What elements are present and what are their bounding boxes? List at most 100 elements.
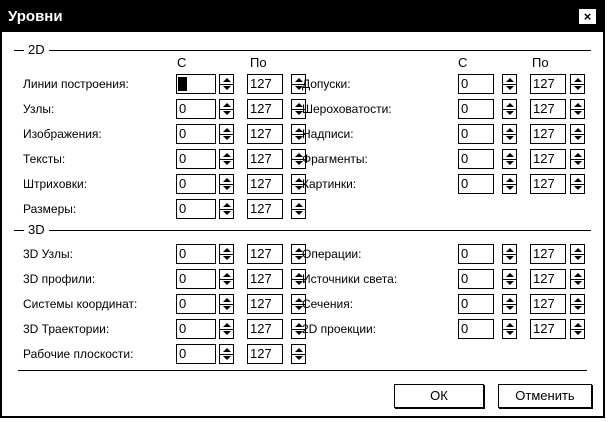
spin-down-icon[interactable] (223, 256, 231, 260)
level-from-input[interactable]: 0 (458, 174, 494, 194)
level-to-spinner[interactable] (291, 199, 306, 219)
spin-up-icon[interactable] (223, 273, 231, 277)
spin-up-icon[interactable] (506, 323, 514, 327)
level-from-input[interactable]: 0 (176, 319, 216, 339)
level-to-input[interactable]: 127 (530, 269, 566, 289)
level-to-spinner[interactable] (291, 344, 306, 364)
level-from-spinner[interactable] (219, 149, 234, 169)
level-to-input[interactable]: 127 (530, 294, 566, 314)
level-to-spinner[interactable] (570, 174, 585, 194)
spin-down-icon[interactable] (506, 256, 514, 260)
spin-up-icon[interactable] (223, 128, 231, 132)
level-to-input[interactable]: 127 (530, 74, 566, 94)
level-from-spinner[interactable] (219, 74, 234, 94)
level-to-input[interactable]: 127 (247, 174, 283, 194)
spin-down-icon[interactable] (223, 306, 231, 310)
level-from-input[interactable]: 0 (176, 174, 216, 194)
spin-down-icon[interactable] (295, 211, 303, 215)
level-from-spinner[interactable] (502, 294, 517, 314)
spin-down-icon[interactable] (223, 161, 231, 165)
spin-up-icon[interactable] (574, 153, 582, 157)
level-to-input[interactable]: 127 (247, 269, 283, 289)
spin-up-icon[interactable] (506, 153, 514, 157)
level-from-input[interactable]: 0 (458, 294, 494, 314)
level-from-input[interactable]: 0 (458, 124, 494, 144)
spin-down-icon[interactable] (506, 136, 514, 140)
spin-up-icon[interactable] (223, 298, 231, 302)
level-to-input[interactable]: 127 (530, 244, 566, 264)
level-to-input[interactable]: 127 (247, 149, 283, 169)
level-from-input[interactable]: 0 (176, 124, 216, 144)
spin-up-icon[interactable] (574, 103, 582, 107)
level-from-input[interactable]: 0 (176, 244, 216, 264)
level-from-spinner[interactable] (502, 149, 517, 169)
spin-down-icon[interactable] (223, 136, 231, 140)
spin-up-icon[interactable] (223, 153, 231, 157)
level-from-spinner[interactable] (219, 294, 234, 314)
spin-down-icon[interactable] (223, 281, 231, 285)
spin-down-icon[interactable] (223, 186, 231, 190)
spin-up-icon[interactable] (574, 248, 582, 252)
level-from-spinner[interactable] (219, 344, 234, 364)
level-from-spinner[interactable] (502, 99, 517, 119)
spin-down-icon[interactable] (574, 256, 582, 260)
spin-up-icon[interactable] (506, 178, 514, 182)
level-from-input[interactable]: 0 (458, 319, 494, 339)
spin-down-icon[interactable] (506, 331, 514, 335)
level-to-input[interactable]: 127 (247, 199, 283, 219)
spin-down-icon[interactable] (574, 306, 582, 310)
cancel-button[interactable]: Отменить (498, 384, 592, 408)
spin-down-icon[interactable] (506, 281, 514, 285)
level-from-spinner[interactable] (502, 269, 517, 289)
level-from-spinner[interactable] (502, 319, 517, 339)
spin-down-icon[interactable] (574, 186, 582, 190)
spin-up-icon[interactable] (506, 248, 514, 252)
spin-down-icon[interactable] (506, 161, 514, 165)
spin-up-icon[interactable] (223, 248, 231, 252)
spin-up-icon[interactable] (223, 103, 231, 107)
spin-up-icon[interactable] (574, 298, 582, 302)
spin-down-icon[interactable] (506, 86, 514, 90)
level-to-spinner[interactable] (570, 294, 585, 314)
spin-up-icon[interactable] (223, 178, 231, 182)
spin-up-icon[interactable] (223, 203, 231, 207)
level-to-input[interactable]: 127 (247, 244, 283, 264)
level-to-spinner[interactable] (570, 74, 585, 94)
spin-down-icon[interactable] (574, 331, 582, 335)
spin-down-icon[interactable] (223, 111, 231, 115)
spin-up-icon[interactable] (574, 78, 582, 82)
level-from-input[interactable]: 0 (458, 74, 494, 94)
spin-down-icon[interactable] (223, 86, 231, 90)
spin-down-icon[interactable] (223, 211, 231, 215)
level-to-spinner[interactable] (570, 269, 585, 289)
spin-down-icon[interactable] (506, 306, 514, 310)
level-from-spinner[interactable] (219, 244, 234, 264)
spin-down-icon[interactable] (574, 281, 582, 285)
level-to-spinner[interactable] (570, 244, 585, 264)
spin-up-icon[interactable] (506, 298, 514, 302)
level-from-spinner[interactable] (502, 244, 517, 264)
level-from-input[interactable]: 0 (458, 269, 494, 289)
level-from-input[interactable]: 0 (176, 199, 216, 219)
level-from-spinner[interactable] (219, 174, 234, 194)
spin-down-icon[interactable] (223, 331, 231, 335)
level-from-input[interactable]: 0 (458, 149, 494, 169)
spin-up-icon[interactable] (223, 78, 231, 82)
level-from-spinner[interactable] (502, 124, 517, 144)
level-to-input[interactable]: 127 (247, 124, 283, 144)
spin-up-icon[interactable] (506, 78, 514, 82)
level-from-spinner[interactable] (219, 124, 234, 144)
level-to-input[interactable]: 127 (530, 174, 566, 194)
level-from-spinner[interactable] (502, 174, 517, 194)
level-from-input[interactable]: 0 (458, 99, 494, 119)
close-button[interactable]: × (578, 8, 597, 25)
level-from-spinner[interactable] (502, 74, 517, 94)
level-to-input[interactable]: 127 (247, 319, 283, 339)
level-from-input[interactable]: 0 (176, 74, 216, 94)
level-to-input[interactable]: 127 (247, 294, 283, 314)
spin-up-icon[interactable] (223, 323, 231, 327)
level-to-input[interactable]: 127 (530, 99, 566, 119)
level-from-input[interactable]: 0 (458, 244, 494, 264)
spin-up-icon[interactable] (506, 103, 514, 107)
spin-down-icon[interactable] (574, 86, 582, 90)
